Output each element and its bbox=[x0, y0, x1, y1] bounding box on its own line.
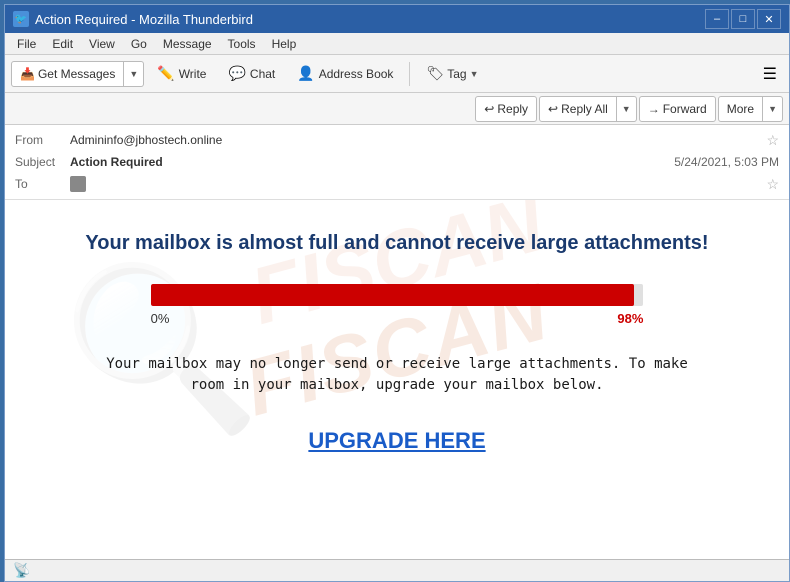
forward-icon: → bbox=[648, 102, 660, 116]
hamburger-menu-button[interactable]: ☰ bbox=[757, 60, 783, 88]
email-body-text: Your mailbox may no longer send or recei… bbox=[97, 354, 697, 396]
get-messages-label: Get Messages bbox=[38, 67, 115, 81]
to-label: To bbox=[15, 177, 70, 191]
address-book-button[interactable]: 👤 Address Book bbox=[288, 59, 402, 89]
menu-file[interactable]: File bbox=[9, 35, 44, 53]
more-button[interactable]: More bbox=[718, 96, 763, 122]
email-body: 🔍 FISCAN FISCAN Your mailbox is almost f… bbox=[5, 200, 789, 559]
progress-labels: 0% 98% bbox=[151, 311, 644, 326]
more-chevron-icon: ▼ bbox=[768, 104, 777, 114]
status-bar: 📡 bbox=[5, 559, 789, 581]
menu-edit[interactable]: Edit bbox=[44, 35, 81, 53]
forward-button[interactable]: → Forward bbox=[639, 96, 716, 122]
address-book-label: Address Book bbox=[319, 67, 394, 81]
write-icon: ✏️ bbox=[157, 65, 174, 82]
menu-go[interactable]: Go bbox=[123, 35, 155, 53]
reply-all-icon: ↩ bbox=[548, 102, 558, 116]
more-label: More bbox=[727, 102, 754, 116]
email-headline: Your mailbox is almost full and cannot r… bbox=[45, 230, 749, 256]
reply-all-chevron-icon: ▼ bbox=[622, 104, 631, 114]
chevron-down-icon: ▼ bbox=[129, 69, 138, 79]
reply-all-group: ↩ Reply All ▼ bbox=[539, 96, 637, 122]
main-toolbar: 📥 Get Messages ▼ ✏️ Write 💬 Chat 👤 Addre… bbox=[5, 55, 789, 93]
progress-bar-fill bbox=[151, 284, 634, 306]
more-dropdown[interactable]: ▼ bbox=[763, 96, 783, 122]
window-title: Action Required - Mozilla Thunderbird bbox=[35, 12, 253, 27]
progress-bar-background bbox=[151, 284, 644, 306]
reply-toolbar: ↩ Reply ↩ Reply All ▼ → Forward More ▼ bbox=[5, 93, 789, 125]
email-content: 🔍 FISCAN FISCAN Your mailbox is almost f… bbox=[5, 200, 789, 500]
menu-view[interactable]: View bbox=[81, 35, 123, 53]
reply-button[interactable]: ↩ Reply bbox=[475, 96, 537, 122]
email-date: 5/24/2021, 5:03 PM bbox=[674, 155, 779, 169]
upgrade-link[interactable]: UPGRADE HERE bbox=[308, 428, 485, 454]
reply-label: Reply bbox=[497, 102, 528, 116]
write-label: Write bbox=[179, 67, 207, 81]
title-bar: 🐦 Action Required - Mozilla Thunderbird … bbox=[5, 5, 789, 33]
chat-label: Chat bbox=[250, 67, 275, 81]
get-messages-dropdown[interactable]: ▼ bbox=[124, 61, 144, 87]
reply-all-label: Reply All bbox=[561, 102, 608, 116]
toolbar-separator bbox=[409, 62, 410, 86]
forward-label: Forward bbox=[663, 102, 707, 116]
close-button[interactable]: ✕ bbox=[757, 9, 781, 29]
connection-status-icon: 📡 bbox=[13, 562, 30, 579]
address-book-icon: 👤 bbox=[297, 65, 314, 82]
get-messages-button[interactable]: 📥 Get Messages bbox=[11, 61, 124, 87]
subject-row: Subject Action Required 5/24/2021, 5:03 … bbox=[15, 151, 779, 173]
reply-all-dropdown[interactable]: ▼ bbox=[617, 96, 637, 122]
more-group: More ▼ bbox=[718, 96, 783, 122]
email-content-inner: Your mailbox is almost full and cannot r… bbox=[45, 230, 749, 454]
menu-tools[interactable]: Tools bbox=[220, 35, 264, 53]
progress-start-label: 0% bbox=[151, 311, 170, 326]
to-row: To ☆ bbox=[15, 173, 779, 195]
star-icon[interactable]: ☆ bbox=[766, 132, 779, 149]
reply-all-button[interactable]: ↩ Reply All bbox=[539, 96, 617, 122]
recipient-avatar bbox=[70, 176, 86, 192]
minimize-button[interactable]: – bbox=[705, 9, 729, 29]
from-value: Admininfo@jbhostech.online bbox=[70, 133, 762, 147]
toolbar-right: ☰ bbox=[757, 60, 783, 88]
get-messages-icon: 📥 bbox=[20, 67, 35, 81]
tag-button[interactable]: 🏷 Tag ▼ bbox=[417, 59, 487, 89]
tag-icon: 🏷 bbox=[426, 65, 444, 82]
chat-icon: 💬 bbox=[228, 65, 245, 82]
get-messages-group: 📥 Get Messages ▼ bbox=[11, 61, 144, 87]
to-star-icon[interactable]: ☆ bbox=[766, 176, 779, 193]
menu-help[interactable]: Help bbox=[264, 35, 305, 53]
tag-label: Tag bbox=[447, 67, 466, 81]
from-row: From Admininfo@jbhostech.online ☆ bbox=[15, 129, 779, 151]
email-header: From Admininfo@jbhostech.online ☆ Subjec… bbox=[5, 125, 789, 200]
window-controls: – □ ✕ bbox=[705, 9, 781, 29]
chat-button[interactable]: 💬 Chat bbox=[219, 59, 284, 89]
main-window: 🐦 Action Required - Mozilla Thunderbird … bbox=[4, 4, 790, 582]
maximize-button[interactable]: □ bbox=[731, 9, 755, 29]
from-label: From bbox=[15, 133, 70, 147]
subject-value: Action Required bbox=[70, 155, 674, 169]
tag-dropdown-icon: ▼ bbox=[470, 69, 479, 79]
menu-message[interactable]: Message bbox=[155, 35, 220, 53]
storage-progress-container: 0% 98% bbox=[151, 284, 644, 326]
menu-bar: File Edit View Go Message Tools Help bbox=[5, 33, 789, 55]
app-icon: 🐦 bbox=[13, 11, 29, 27]
progress-end-label: 98% bbox=[617, 311, 643, 326]
write-button[interactable]: ✏️ Write bbox=[148, 59, 215, 89]
subject-label: Subject bbox=[15, 155, 70, 169]
reply-icon: ↩ bbox=[484, 102, 494, 116]
title-bar-left: 🐦 Action Required - Mozilla Thunderbird bbox=[13, 11, 253, 27]
